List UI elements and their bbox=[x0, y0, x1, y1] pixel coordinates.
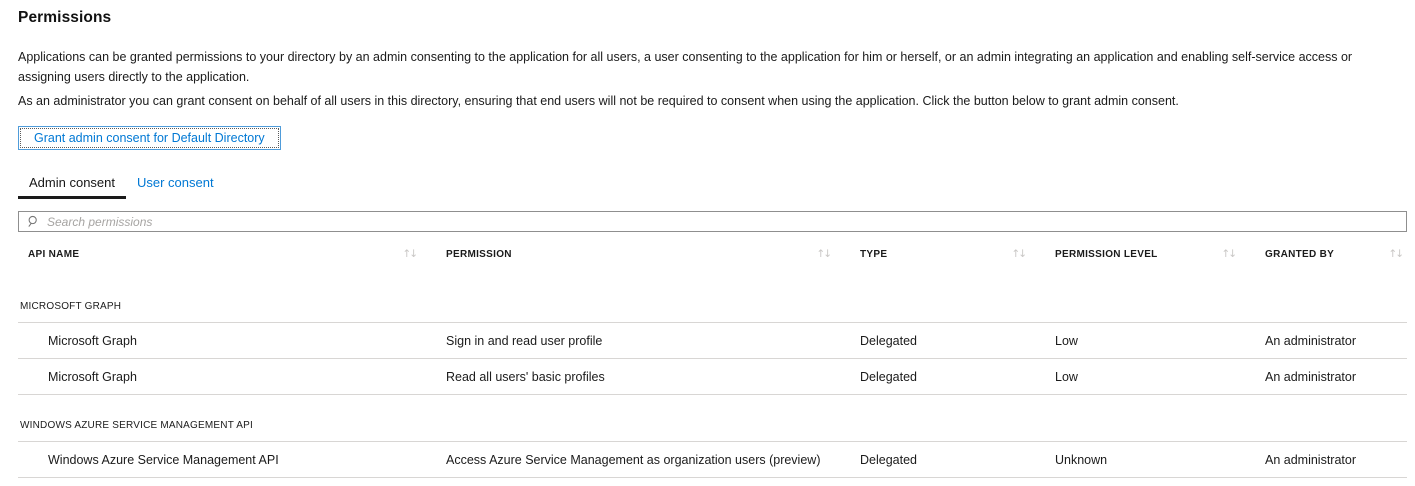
cell-api-name: Microsoft Graph bbox=[18, 334, 446, 348]
table-row[interactable]: Microsoft Graph Read all users' basic pr… bbox=[18, 359, 1407, 395]
page-title: Permissions bbox=[18, 8, 1407, 28]
permissions-pane: Permissions Applications can be granted … bbox=[0, 0, 1415, 478]
table-header-row: API NAME ↑↓ PERMISSION ↑↓ TYPE ↑↓ PERMIS… bbox=[18, 232, 1407, 276]
cell-permission-level: Unknown bbox=[1055, 453, 1265, 467]
cell-permission-level: Low bbox=[1055, 334, 1265, 348]
cell-api-name: Windows Azure Service Management API bbox=[18, 453, 446, 467]
column-header-label: TYPE bbox=[860, 249, 887, 260]
cell-permission: Sign in and read user profile bbox=[446, 334, 860, 348]
sort-icon: ↑↓ bbox=[1221, 248, 1235, 260]
group-header-windows-azure-service-management-api: WINDOWS AZURE SERVICE MANAGEMENT API bbox=[18, 395, 1407, 442]
cell-type: Delegated bbox=[860, 453, 1055, 467]
sort-icon: ↑↓ bbox=[816, 248, 830, 260]
cell-type: Delegated bbox=[860, 334, 1055, 348]
sort-icon: ↑↓ bbox=[1011, 248, 1025, 260]
sort-icon: ↑↓ bbox=[402, 248, 416, 260]
column-header-label: GRANTED BY bbox=[1265, 249, 1334, 260]
sort-icon: ↑↓ bbox=[1388, 248, 1402, 260]
search-permissions-box[interactable] bbox=[18, 211, 1407, 232]
column-header-label: PERMISSION LEVEL bbox=[1055, 249, 1158, 260]
description-paragraph-2: As an administrator you can grant consen… bbox=[18, 91, 1402, 111]
column-header-api-name[interactable]: API NAME ↑↓ bbox=[18, 248, 446, 260]
cell-api-name: Microsoft Graph bbox=[18, 370, 446, 384]
consent-tabs: Admin consent User consent bbox=[18, 173, 1407, 199]
cell-permission-level: Low bbox=[1055, 370, 1265, 384]
table-row[interactable]: Windows Azure Service Management API Acc… bbox=[18, 442, 1407, 478]
cell-permission: Access Azure Service Management as organ… bbox=[446, 453, 860, 467]
cell-permission: Read all users' basic profiles bbox=[446, 370, 860, 384]
tab-admin-consent[interactable]: Admin consent bbox=[18, 173, 126, 199]
grant-admin-consent-button[interactable]: Grant admin consent for Default Director… bbox=[18, 126, 281, 150]
column-header-granted-by[interactable]: GRANTED BY ↑↓ bbox=[1265, 248, 1407, 260]
cell-granted-by: An administrator bbox=[1265, 453, 1407, 467]
group-header-microsoft-graph: MICROSOFT GRAPH bbox=[18, 276, 1407, 323]
description-paragraph-1: Applications can be granted permissions … bbox=[18, 47, 1402, 87]
search-icon bbox=[27, 215, 40, 228]
column-header-type[interactable]: TYPE ↑↓ bbox=[860, 248, 1055, 260]
tab-user-consent[interactable]: User consent bbox=[126, 173, 225, 199]
group-header-label: WINDOWS AZURE SERVICE MANAGEMENT API bbox=[20, 420, 253, 431]
column-header-permission-level[interactable]: PERMISSION LEVEL ↑↓ bbox=[1055, 248, 1265, 260]
cell-granted-by: An administrator bbox=[1265, 334, 1407, 348]
column-header-permission[interactable]: PERMISSION ↑↓ bbox=[446, 248, 860, 260]
table-row[interactable]: Microsoft Graph Sign in and read user pr… bbox=[18, 323, 1407, 359]
cell-granted-by: An administrator bbox=[1265, 370, 1407, 384]
column-header-label: API NAME bbox=[28, 249, 79, 260]
search-input[interactable] bbox=[47, 213, 1398, 230]
cell-type: Delegated bbox=[860, 370, 1055, 384]
group-header-label: MICROSOFT GRAPH bbox=[20, 301, 121, 312]
column-header-label: PERMISSION bbox=[446, 249, 512, 260]
permissions-table: API NAME ↑↓ PERMISSION ↑↓ TYPE ↑↓ PERMIS… bbox=[18, 232, 1407, 478]
